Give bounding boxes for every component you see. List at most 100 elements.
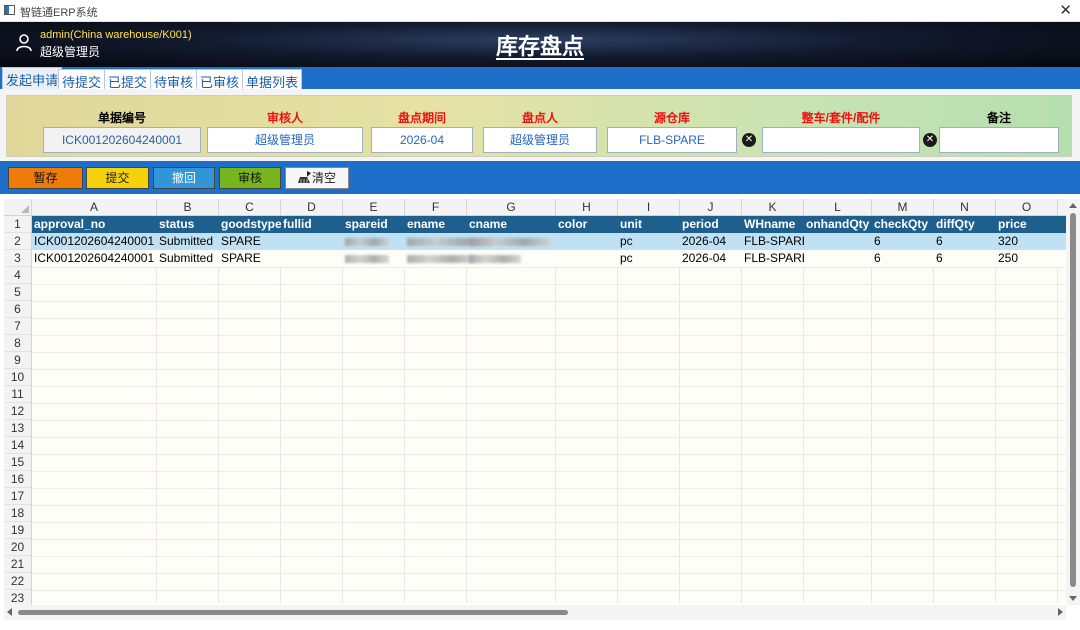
column-header[interactable]: J <box>680 199 742 216</box>
table-cell[interactable]: 2026-04 <box>680 233 742 250</box>
column-header[interactable]: H <box>556 199 618 216</box>
cell-grid[interactable] <box>32 216 1066 603</box>
clear-button[interactable]: 清空 <box>285 167 349 189</box>
column-header[interactable]: C <box>219 199 281 216</box>
scroll-up-icon[interactable] <box>1069 203 1077 208</box>
field-header-cell[interactable]: WHname <box>742 216 804 233</box>
save-draft-button[interactable]: 暂存 <box>8 167 83 189</box>
clear-warehouse-icon[interactable]: ✕ <box>742 133 756 147</box>
remark-field[interactable] <box>939 127 1059 153</box>
column-header[interactable]: D <box>281 199 343 216</box>
table-cell[interactable]: FLB-SPARE <box>742 250 804 267</box>
table-cell[interactable] <box>556 233 618 250</box>
tab-initiate[interactable]: 发起申请 <box>2 67 63 89</box>
field-header-cell[interactable]: fullid <box>281 216 343 233</box>
audit-button[interactable]: 审核 <box>219 167 281 189</box>
spreadsheet[interactable]: ABCDEFGHIJKLMNOP 12345678910111213141516… <box>4 199 1080 622</box>
row-header[interactable]: 8 <box>4 335 32 352</box>
row-header[interactable]: 17 <box>4 488 32 505</box>
tab-pending-submit[interactable]: 待提交 <box>58 69 106 90</box>
field-header-cell[interactable]: goodstype <box>219 216 281 233</box>
tab-reviewed[interactable]: 已审核 <box>196 69 244 90</box>
table-cell[interactable]: ICK001202604240001 <box>32 250 157 267</box>
field-header-cell[interactable]: onhandQty <box>804 216 872 233</box>
horizontal-scroll-thumb[interactable] <box>18 610 568 615</box>
row-header[interactable]: 14 <box>4 437 32 454</box>
row-header[interactable]: 21 <box>4 556 32 573</box>
scroll-down-icon[interactable] <box>1069 596 1077 601</box>
row-header[interactable]: 10 <box>4 369 32 386</box>
reviewer-field[interactable]: 超级管理员 <box>207 127 363 153</box>
table-cell[interactable]: 6 <box>872 233 934 250</box>
tab-pending-review[interactable]: 待审核 <box>150 69 198 90</box>
table-header-row[interactable]: approval_no status goodstype fullid spareid e… <box>32 216 1066 233</box>
table-cell[interactable]: SPARE <box>219 250 281 267</box>
table-cell[interactable]: 320 <box>996 233 1058 250</box>
table-cell[interactable]: ICK001202604240001 <box>32 233 157 250</box>
field-header-cell[interactable]: cname <box>467 216 556 233</box>
row-header[interactable]: 18 <box>4 505 32 522</box>
row-header[interactable]: 11 <box>4 386 32 403</box>
row-header[interactable]: 15 <box>4 454 32 471</box>
field-header-cell[interactable]: ename <box>405 216 467 233</box>
column-header[interactable]: A <box>32 199 157 216</box>
column-header[interactable]: O <box>996 199 1058 216</box>
vertical-scrollbar[interactable] <box>1066 199 1080 605</box>
field-header-cell[interactable]: color <box>556 216 618 233</box>
field-header-cell[interactable]: unit <box>618 216 680 233</box>
row-header[interactable]: 7 <box>4 318 32 335</box>
column-header[interactable]: E <box>343 199 405 216</box>
table-cell[interactable]: Submitted <box>157 250 219 267</box>
table-cell[interactable] <box>804 233 872 250</box>
field-header-cell[interactable]: spareid <box>343 216 405 233</box>
table-cell[interactable]: 2026-04 <box>680 250 742 267</box>
column-header[interactable]: G <box>467 199 556 216</box>
period-field[interactable]: 2026-04 <box>371 127 473 153</box>
field-header-cell[interactable]: period <box>680 216 742 233</box>
table-cell[interactable] <box>281 250 343 267</box>
vertical-scroll-thumb[interactable] <box>1070 213 1076 587</box>
table-cell[interactable] <box>556 250 618 267</box>
row-header[interactable]: 16 <box>4 471 32 488</box>
row-header[interactable]: 20 <box>4 539 32 556</box>
table-cell[interactable]: 6 <box>934 233 996 250</box>
table-cell[interactable]: pc <box>618 233 680 250</box>
table-row[interactable]: ICK001202604240001 Submitted SPARE pc 2026-0… <box>32 233 1066 250</box>
row-header[interactable]: 12 <box>4 403 32 420</box>
row-header[interactable]: 2 <box>4 233 32 250</box>
tab-doc-list[interactable]: 单据列表 <box>242 69 303 90</box>
clear-category-icon[interactable]: ✕ <box>923 133 937 147</box>
tab-submitted[interactable]: 已提交 <box>104 69 152 90</box>
row-header[interactable]: 13 <box>4 420 32 437</box>
source-warehouse-field[interactable]: FLB-SPARE <box>607 127 737 153</box>
table-cell[interactable] <box>281 233 343 250</box>
field-header-cell[interactable]: diffQty <box>934 216 996 233</box>
counter-field[interactable]: 超级管理员 <box>483 127 597 153</box>
scroll-right-icon[interactable] <box>1058 608 1063 616</box>
table-cell[interactable]: pc <box>618 250 680 267</box>
table-cell[interactable]: Submitted <box>157 233 219 250</box>
row-header[interactable]: 6 <box>4 301 32 318</box>
select-all-corner[interactable] <box>4 199 32 216</box>
table-cell[interactable] <box>804 250 872 267</box>
column-header[interactable]: K <box>742 199 804 216</box>
column-header[interactable]: B <box>157 199 219 216</box>
row-header[interactable]: 9 <box>4 352 32 369</box>
table-row[interactable]: ICK001202604240001 Submitted SPARE pc 2026-0… <box>32 250 1066 267</box>
close-icon[interactable]: ✕ <box>1059 1 1072 19</box>
table-cell[interactable]: 250 <box>996 250 1058 267</box>
table-cell[interactable]: SPARE <box>219 233 281 250</box>
row-header[interactable]: 4 <box>4 267 32 284</box>
row-header[interactable]: 19 <box>4 522 32 539</box>
field-header-cell[interactable]: checkQty <box>872 216 934 233</box>
column-header[interactable]: F <box>405 199 467 216</box>
field-header-cell[interactable]: price <box>996 216 1058 233</box>
field-header-cell[interactable]: status <box>157 216 219 233</box>
category-field[interactable] <box>762 127 920 153</box>
table-cell[interactable]: FLB-SPARE <box>742 233 804 250</box>
submit-button[interactable]: 提交 <box>86 167 149 189</box>
column-header[interactable]: M <box>872 199 934 216</box>
row-header[interactable]: 1 <box>4 216 32 233</box>
table-cell[interactable]: 6 <box>934 250 996 267</box>
horizontal-scrollbar[interactable] <box>4 605 1066 620</box>
